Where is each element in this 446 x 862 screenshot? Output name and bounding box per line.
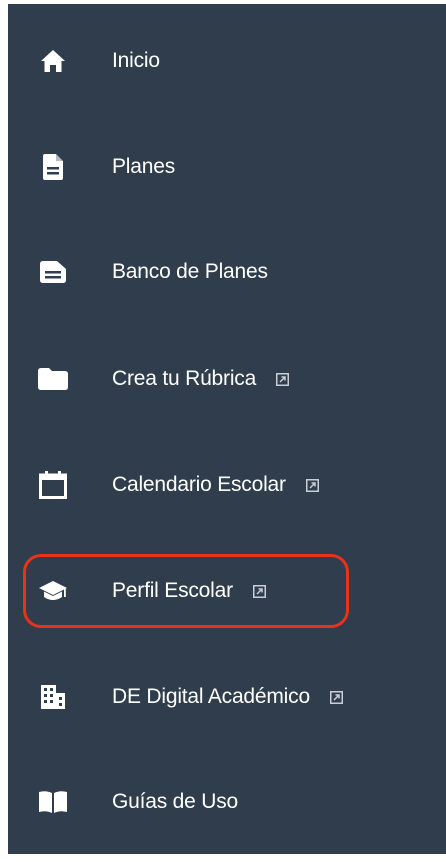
sidebar-item-label: Perfil Escolar (112, 579, 233, 602)
building-icon (38, 682, 68, 712)
calendar-icon (38, 470, 68, 500)
sidebar-item-banco-de-planes[interactable]: Banco de Planes (8, 242, 446, 302)
sidebar-item-label: Crea tu Rúbrica (112, 367, 257, 390)
home-icon (38, 46, 68, 76)
sidebar-item-de-digital-academico[interactable]: DE Digital Académico (8, 667, 446, 727)
document-icon (38, 257, 68, 287)
document-icon (38, 152, 68, 182)
external-link-icon (276, 372, 290, 386)
sidebar-item-guias-de-uso[interactable]: Guías de Uso (8, 772, 446, 832)
sidebar-item-label: Calendario Escolar (112, 473, 286, 496)
sidebar-item-calendario-escolar[interactable]: Calendario Escolar (8, 455, 446, 515)
sidebar-nav: Inicio Planes Banco de Planes Crea tu Rú… (8, 4, 446, 854)
folder-icon (38, 364, 68, 394)
sidebar-item-inicio[interactable]: Inicio (8, 31, 446, 91)
sidebar-item-label: Inicio (112, 49, 160, 72)
sidebar-item-label: Planes (112, 155, 176, 178)
sidebar-item-label: DE Digital Académico (112, 685, 310, 708)
graduation-cap-icon (38, 576, 68, 606)
sidebar-item-crea-tu-rubrica[interactable]: Crea tu Rúbrica (8, 349, 446, 409)
external-link-icon (329, 690, 343, 704)
sidebar-item-label: Banco de Planes (112, 260, 268, 283)
sidebar-item-planes[interactable]: Planes (8, 137, 446, 197)
external-link-icon (305, 478, 319, 492)
sidebar-item-label: Guías de Uso (112, 790, 238, 813)
external-link-icon (252, 584, 266, 598)
sidebar-item-perfil-escolar[interactable]: Perfil Escolar (8, 561, 446, 621)
book-icon (38, 787, 68, 817)
